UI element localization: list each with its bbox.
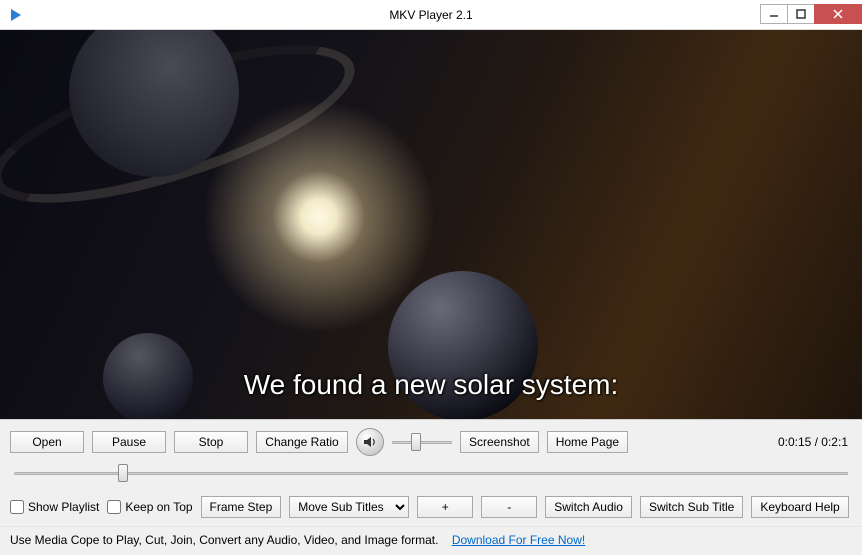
speaker-icon bbox=[362, 434, 378, 450]
slider-thumb[interactable] bbox=[411, 433, 421, 451]
mute-button[interactable] bbox=[356, 428, 384, 456]
close-button[interactable] bbox=[814, 4, 862, 24]
time-display: 0:0:15 / 0:2:1 bbox=[778, 435, 852, 449]
frame-step-button[interactable]: Frame Step bbox=[201, 496, 282, 518]
switch-audio-button[interactable]: Switch Audio bbox=[545, 496, 632, 518]
video-viewport[interactable]: We found a new solar system: bbox=[0, 30, 862, 419]
footer-bar: Use Media Cope to Play, Cut, Join, Conve… bbox=[0, 526, 862, 555]
app-icon bbox=[6, 5, 26, 25]
stop-button[interactable]: Stop bbox=[174, 431, 248, 453]
show-playlist-input[interactable] bbox=[10, 500, 24, 514]
open-button[interactable]: Open bbox=[10, 431, 84, 453]
titlebar: MKV Player 2.1 bbox=[0, 0, 862, 30]
slider-thumb[interactable] bbox=[118, 464, 128, 482]
show-playlist-label: Show Playlist bbox=[28, 500, 99, 514]
video-frame bbox=[0, 30, 862, 419]
move-subtitles-select[interactable]: Move Sub Titles bbox=[289, 496, 409, 518]
control-row-options: Show Playlist Keep on Top Frame Step Mov… bbox=[10, 494, 852, 520]
switch-subtitle-button[interactable]: Switch Sub Title bbox=[640, 496, 743, 518]
control-row-seek bbox=[10, 460, 852, 486]
slider-track bbox=[392, 441, 452, 444]
maximize-button[interactable] bbox=[787, 4, 815, 24]
keyboard-help-button[interactable]: Keyboard Help bbox=[751, 496, 848, 518]
minimize-button[interactable] bbox=[760, 4, 788, 24]
control-panel: Open Pause Stop Change Ratio Screenshot … bbox=[0, 419, 862, 526]
change-ratio-button[interactable]: Change Ratio bbox=[256, 431, 348, 453]
window-title: MKV Player 2.1 bbox=[0, 8, 862, 22]
slider-track bbox=[14, 472, 848, 475]
volume-slider[interactable] bbox=[392, 433, 452, 451]
footer-text: Use Media Cope to Play, Cut, Join, Conve… bbox=[10, 533, 438, 547]
subtitle-text: We found a new solar system: bbox=[0, 369, 862, 401]
screenshot-button[interactable]: Screenshot bbox=[460, 431, 539, 453]
pause-button[interactable]: Pause bbox=[92, 431, 166, 453]
subtitle-minus-button[interactable]: - bbox=[481, 496, 537, 518]
keep-on-top-label: Keep on Top bbox=[125, 500, 192, 514]
subtitle-plus-button[interactable]: + bbox=[417, 496, 473, 518]
keep-on-top-input[interactable] bbox=[107, 500, 121, 514]
window-controls bbox=[761, 4, 862, 26]
keep-on-top-checkbox[interactable]: Keep on Top bbox=[107, 500, 192, 514]
footer-download-link[interactable]: Download For Free Now! bbox=[452, 533, 585, 547]
control-row-main: Open Pause Stop Change Ratio Screenshot … bbox=[10, 428, 852, 456]
seek-slider[interactable] bbox=[14, 464, 848, 482]
home-page-button[interactable]: Home Page bbox=[547, 431, 628, 453]
show-playlist-checkbox[interactable]: Show Playlist bbox=[10, 500, 99, 514]
